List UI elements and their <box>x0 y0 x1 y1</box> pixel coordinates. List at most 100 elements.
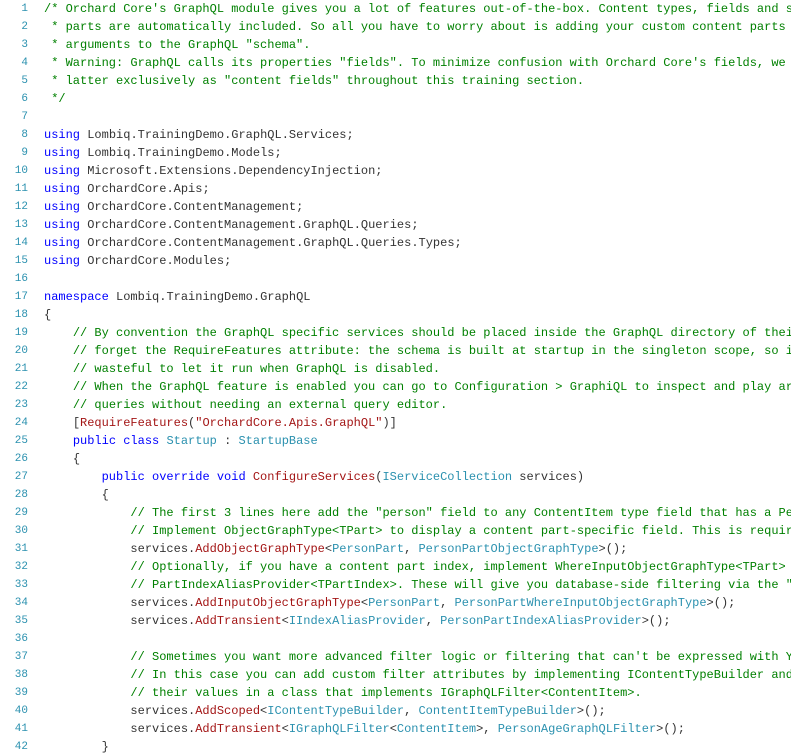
token: services <box>44 614 188 628</box>
token: ContentManagement <box>174 218 296 232</box>
code-line[interactable]: // wasteful to let it run when GraphQL i… <box>44 360 791 378</box>
code-line[interactable]: // Optionally, if you have a content par… <box>44 558 791 576</box>
token: ) <box>577 470 584 484</box>
token: Lombiq <box>80 146 130 160</box>
code-line[interactable]: * Warning: GraphQL calls its properties … <box>44 54 791 72</box>
code-line[interactable]: public override void ConfigureServices(I… <box>44 468 791 486</box>
token <box>44 650 130 664</box>
code-line[interactable]: using OrchardCore.ContentManagement.Grap… <box>44 216 791 234</box>
code-line[interactable]: namespace Lombiq.TrainingDemo.GraphQL <box>44 288 791 306</box>
token: TrainingDemo <box>166 290 252 304</box>
code-line[interactable]: // forget the RequireFeatures attribute:… <box>44 342 791 360</box>
code-editor[interactable]: 1234567891011121314151617181920212223242… <box>0 0 791 756</box>
token: Models <box>231 146 274 160</box>
token: . <box>354 236 361 250</box>
code-line[interactable]: public class Startup : StartupBase <box>44 432 791 450</box>
token: PersonPartWhereInputObjectGraphType <box>455 596 707 610</box>
token: PersonAgeGraphQLFilter <box>498 722 656 736</box>
code-line[interactable]: services.AddInputObjectGraphType<PersonP… <box>44 594 791 612</box>
code-line[interactable]: using Lombiq.TrainingDemo.GraphQL.Servic… <box>44 126 791 144</box>
code-line[interactable]: // Implement ObjectGraphType<TPart> to d… <box>44 522 791 540</box>
token: IIndexAliasProvider <box>289 614 426 628</box>
line-number: 42 <box>0 738 28 756</box>
token: AddTransient <box>195 614 281 628</box>
line-number: 25 <box>0 432 28 450</box>
code-line[interactable]: using OrchardCore.Apis; <box>44 180 791 198</box>
token <box>44 452 73 466</box>
token: >(); <box>642 614 671 628</box>
token: < <box>390 722 397 736</box>
code-line[interactable]: } <box>44 738 791 756</box>
line-number: 39 <box>0 684 28 702</box>
token: >(); <box>599 542 628 556</box>
code-area[interactable]: /* Orchard Core's GraphQL module gives y… <box>36 0 791 756</box>
code-line[interactable]: services.AddTransient<IIndexAliasProvide… <box>44 612 791 630</box>
line-number: 13 <box>0 216 28 234</box>
token <box>44 362 73 376</box>
code-line[interactable]: * arguments to the GraphQL "schema". <box>44 36 791 54</box>
code-line[interactable]: * latter exclusively as "content fields"… <box>44 72 791 90</box>
token: [ <box>73 416 80 430</box>
code-line[interactable]: { <box>44 450 791 468</box>
line-number: 20 <box>0 342 28 360</box>
code-line[interactable]: services.AddScoped<IContentTypeBuilder, … <box>44 702 791 720</box>
token: TrainingDemo <box>138 146 224 160</box>
code-line[interactable] <box>44 630 791 648</box>
code-line[interactable]: services.AddTransient<IGraphQLFilter<Con… <box>44 720 791 738</box>
token: >(); <box>577 704 606 718</box>
token: . <box>130 128 137 142</box>
code-line[interactable]: { <box>44 306 791 324</box>
code-line[interactable]: using OrchardCore.ContentManagement.Grap… <box>44 234 791 252</box>
token: < <box>361 596 368 610</box>
token: using <box>44 200 80 214</box>
code-line[interactable]: // By convention the GraphQL specific se… <box>44 324 791 342</box>
code-line[interactable]: { <box>44 486 791 504</box>
code-line[interactable]: // When the GraphQL feature is enabled y… <box>44 378 791 396</box>
code-line[interactable] <box>44 270 791 288</box>
token: RequireFeatures <box>80 416 188 430</box>
code-line[interactable]: // The first 3 lines here add the "perso… <box>44 504 791 522</box>
token: GraphQL <box>260 290 310 304</box>
code-line[interactable]: /* Orchard Core's GraphQL module gives y… <box>44 0 791 18</box>
line-number: 30 <box>0 522 28 540</box>
token: OrchardCore <box>80 200 166 214</box>
line-number: 37 <box>0 648 28 666</box>
code-line[interactable]: services.AddObjectGraphType<PersonPart, … <box>44 540 791 558</box>
token: Extensions <box>159 164 231 178</box>
token: ContentManagement <box>174 236 296 250</box>
token: using <box>44 236 80 250</box>
code-line[interactable]: [RequireFeatures("OrchardCore.Apis.Graph… <box>44 414 791 432</box>
token: // forget the RequireFeatures attribute:… <box>73 344 791 358</box>
token: using <box>44 254 80 268</box>
code-line[interactable]: using OrchardCore.Modules; <box>44 252 791 270</box>
token: , <box>404 704 418 718</box>
code-line[interactable]: // Sometimes you want more advanced filt… <box>44 648 791 666</box>
token: services <box>44 722 188 736</box>
token: PersonPart <box>332 542 404 556</box>
token <box>44 326 73 340</box>
token: // Optionally, if you have a content par… <box>130 560 791 574</box>
code-line[interactable]: // In this case you can add custom filte… <box>44 666 791 684</box>
line-number: 22 <box>0 378 28 396</box>
token: } <box>102 740 109 754</box>
token: >, <box>476 722 498 736</box>
code-line[interactable]: using OrchardCore.ContentManagement; <box>44 198 791 216</box>
code-line[interactable]: * parts are automatically included. So a… <box>44 18 791 36</box>
code-line[interactable] <box>44 108 791 126</box>
code-line[interactable]: using Lombiq.TrainingDemo.Models; <box>44 144 791 162</box>
token: GraphQL <box>231 128 281 142</box>
line-number: 10 <box>0 162 28 180</box>
code-line[interactable]: // PartIndexAliasProvider<TPartIndex>. T… <box>44 576 791 594</box>
code-line[interactable]: // their values in a class that implemen… <box>44 684 791 702</box>
code-line[interactable]: */ <box>44 90 791 108</box>
token: TrainingDemo <box>138 128 224 142</box>
token <box>246 470 253 484</box>
code-line[interactable]: // queries without needing an external q… <box>44 396 791 414</box>
token: OrchardCore <box>80 182 166 196</box>
token <box>44 686 130 700</box>
code-line[interactable]: using Microsoft.Extensions.DependencyInj… <box>44 162 791 180</box>
line-number: 2 <box>0 18 28 36</box>
token: . <box>253 290 260 304</box>
token: )] <box>382 416 396 430</box>
token: // PartIndexAliasProvider<TPartIndex>. T… <box>130 578 791 592</box>
